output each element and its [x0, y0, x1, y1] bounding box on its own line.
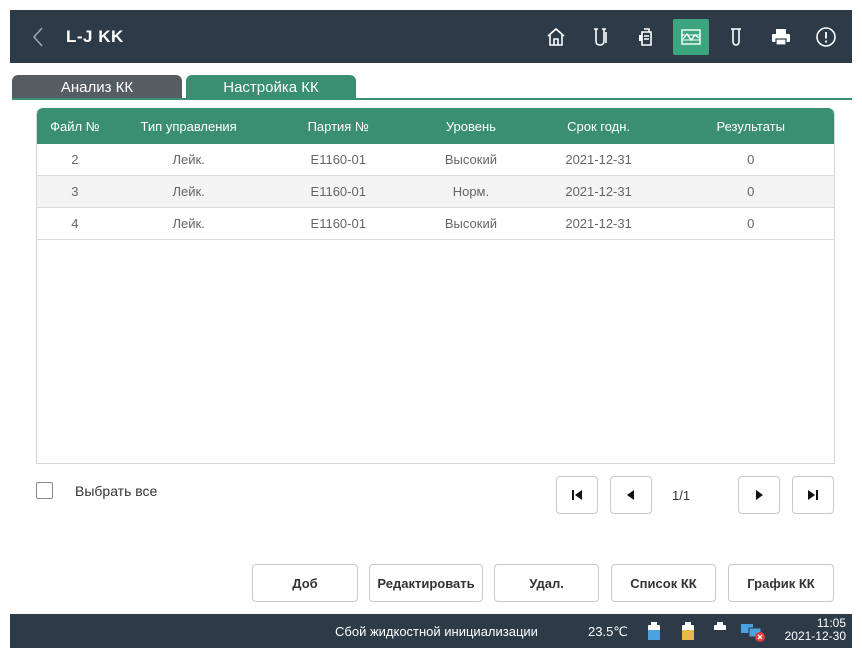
qc-list-button[interactable]: Список КК	[611, 564, 716, 602]
column-header-file-no: Файл №	[50, 118, 100, 134]
column-header-lot-no: Партия №	[307, 118, 369, 134]
qc-chart-button[interactable]: График КК	[728, 564, 834, 602]
table-row[interactable]: 2 Лейк. E1160-01 Высокий 2021-12-31 0	[37, 144, 834, 176]
cell-expiry: 2021-12-31	[565, 216, 632, 231]
table-row[interactable]: 3 Лейк. E1160-01 Норм. 2021-12-31 0	[37, 176, 834, 208]
top-bar: L-J KK	[10, 10, 852, 63]
alert-icon[interactable]	[808, 19, 844, 55]
cell-results: 0	[747, 152, 755, 167]
column-header-results: Результаты	[716, 118, 785, 134]
column-header-control-type: Тип управления	[140, 118, 237, 134]
temperature-readout: 23.5℃	[588, 624, 628, 639]
select-all: Выбрать все	[36, 482, 157, 499]
next-page-icon	[756, 490, 763, 500]
status-bar: Сбой жидкостной инициализации 23.5℃ 11:0…	[10, 614, 852, 648]
printer-icon[interactable]	[763, 19, 799, 55]
qc-icon[interactable]	[673, 18, 709, 55]
cell-results: 0	[747, 184, 755, 199]
qc-files-table: Файл № Тип управления Партия № Уровень С…	[36, 108, 835, 464]
lyse-bottle-icon[interactable]	[680, 621, 696, 641]
clock-date: 2021-12-30	[784, 629, 846, 643]
cell-level: Норм.	[452, 184, 490, 199]
cell-control-type: Лейк.	[172, 216, 205, 231]
cell-file-no: 4	[71, 216, 79, 231]
page-title: L-J KK	[66, 26, 124, 46]
first-page-icon	[572, 490, 582, 500]
diluent-bottle-icon[interactable]	[646, 621, 662, 641]
tab-bar: Анализ КК Настройка КК	[12, 75, 360, 99]
back-arrow-icon[interactable]	[28, 25, 48, 49]
previous-page-icon	[627, 490, 634, 500]
cell-file-no: 3	[71, 184, 79, 199]
cell-lot-no: E1160-01	[310, 184, 366, 199]
tab-qc-analysis[interactable]: Анализ КК	[12, 75, 182, 99]
next-page-button[interactable]	[738, 476, 780, 514]
tab-qc-settings[interactable]: Настройка КК	[186, 75, 356, 99]
network-disconnected-icon[interactable]	[740, 621, 766, 643]
clock: 11:05 2021-12-30	[785, 617, 846, 643]
delete-button[interactable]: Удал.	[494, 564, 599, 602]
cell-expiry: 2021-12-31	[565, 184, 632, 199]
last-page-button[interactable]	[792, 476, 834, 514]
cell-lot-no: E1160-01	[310, 152, 366, 167]
cell-file-no: 2	[71, 152, 79, 167]
add-button[interactable]: Доб	[252, 564, 358, 602]
edit-button[interactable]: Редактировать	[369, 564, 483, 602]
first-page-button[interactable]	[556, 476, 598, 514]
cell-expiry: 2021-12-31	[565, 152, 632, 167]
column-header-level: Уровень	[445, 118, 496, 134]
table-row[interactable]: 4 Лейк. E1160-01 Высокий 2021-12-31 0	[37, 208, 834, 240]
cell-lot-no: E1160-01	[310, 216, 366, 231]
cell-control-type: Лейк.	[172, 184, 205, 199]
waste-bottle-icon[interactable]	[712, 621, 728, 641]
status-message: Сбой жидкостной инициализации	[335, 624, 538, 639]
page-indicator: 1/1	[672, 488, 691, 503]
last-page-icon	[808, 490, 818, 500]
previous-page-button[interactable]	[610, 476, 652, 514]
sample-tube-icon[interactable]	[718, 19, 754, 55]
reagent-icon[interactable]	[628, 19, 664, 55]
select-all-checkbox[interactable]	[36, 482, 53, 499]
cell-level: Высокий	[444, 216, 497, 231]
table-header: Файл № Тип управления Партия № Уровень С…	[37, 108, 834, 144]
column-header-expiry: Срок годн.	[567, 118, 631, 134]
tab-underline	[12, 98, 852, 100]
home-icon[interactable]	[538, 19, 574, 55]
select-all-label: Выбрать все	[75, 482, 158, 499]
cell-control-type: Лейк.	[172, 152, 205, 167]
cell-level: Высокий	[444, 152, 497, 167]
test-tube-icon[interactable]	[583, 19, 619, 55]
cell-results: 0	[747, 216, 755, 231]
